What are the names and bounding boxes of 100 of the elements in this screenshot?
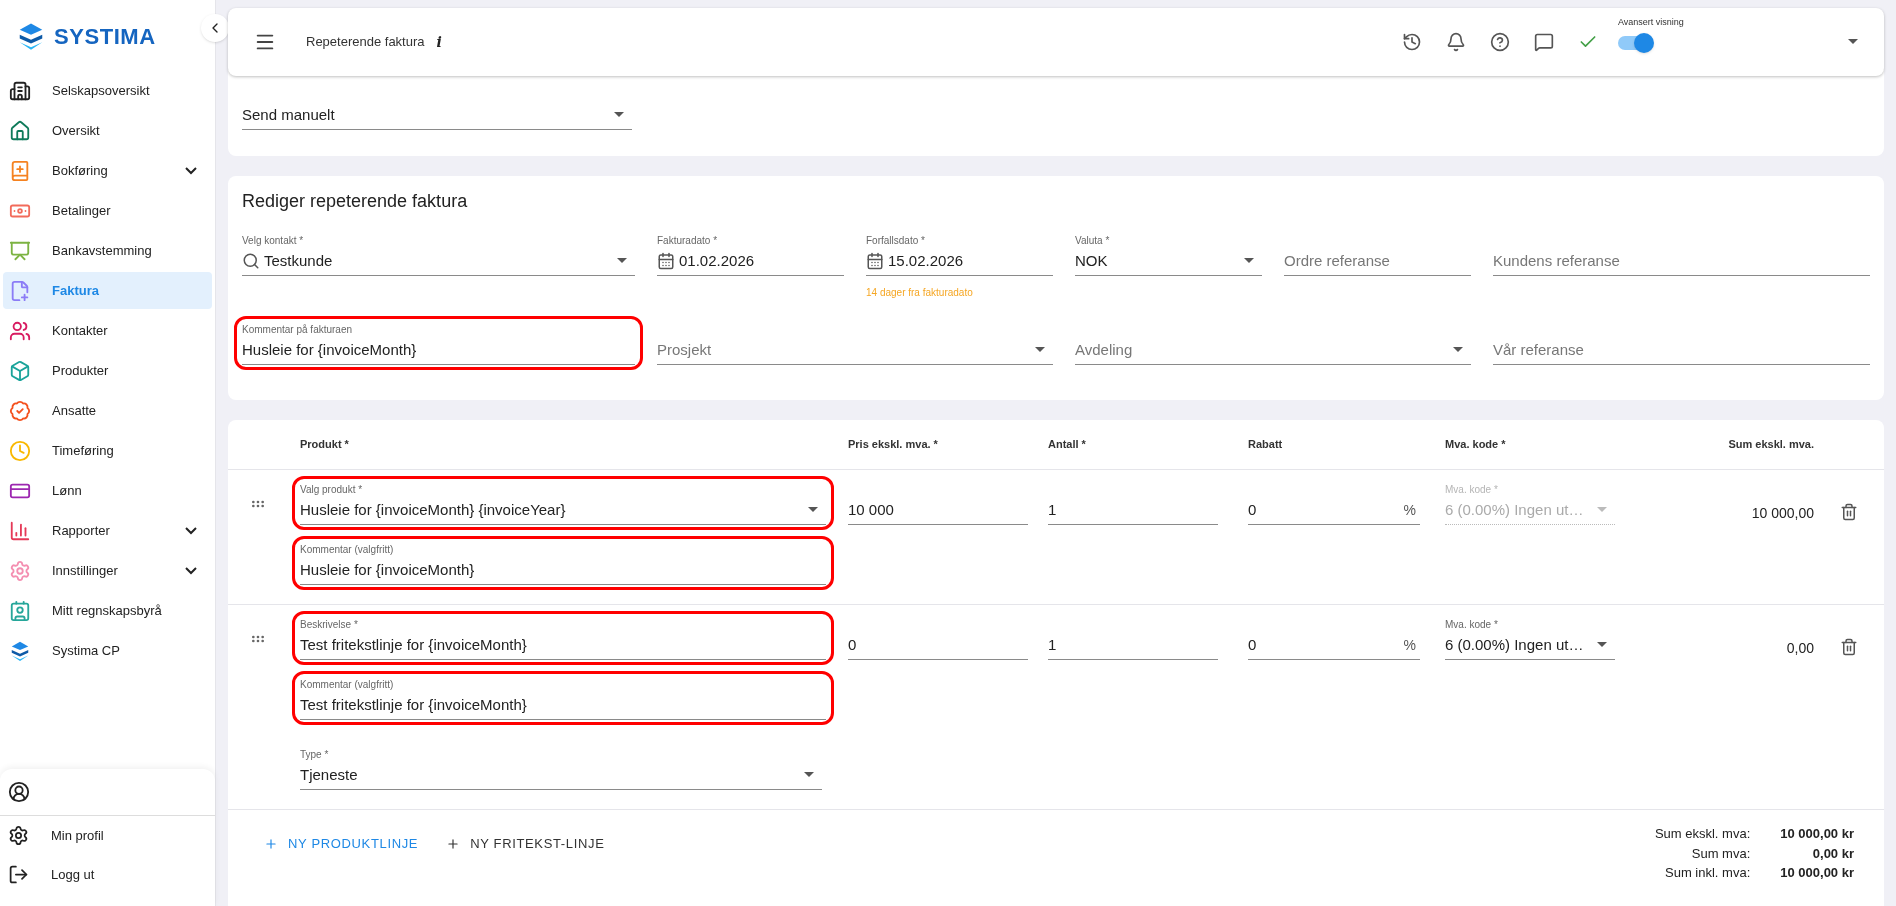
- nav-item[interactable]: Selskapsoversikt: [3, 72, 212, 109]
- nav-item[interactable]: Kontakter: [3, 312, 212, 349]
- plus-icon: [264, 836, 278, 851]
- total-value: 0,00 kr: [1811, 844, 1854, 863]
- nav-item[interactable]: Rapporter: [3, 512, 212, 549]
- column-header: Rabatt: [1248, 437, 1284, 453]
- settings-icon: [9, 559, 31, 582]
- column-header: Antall *: [1048, 437, 1087, 453]
- nav-item[interactable]: Ansatte: [3, 392, 212, 429]
- total-label: Sum mva:: [1690, 844, 1751, 863]
- caret-icon: [804, 772, 814, 778]
- caret-icon: [1035, 347, 1045, 353]
- helper-text: 14 dager fra fakturadato: [866, 286, 974, 300]
- date-field[interactable]: Fakturadato * 01.02.2026: [657, 230, 844, 276]
- chart-icon: [9, 519, 31, 542]
- notification-icon[interactable]: [1446, 32, 1466, 52]
- select-field[interactable]: Send manuelt: [242, 84, 632, 130]
- column-header: Produkt *: [300, 437, 350, 453]
- caret-icon: [1453, 347, 1463, 353]
- logo-text: SYSTIMA: [54, 22, 156, 51]
- user-icon: [8, 781, 30, 803]
- column-header: Mva. kode *: [1445, 437, 1507, 453]
- select-field[interactable]: Mva. kode * 6 (0.00%) Ingen ut…: [1445, 614, 1615, 660]
- section-title: Rediger repeterende faktura: [242, 190, 469, 213]
- nav-item[interactable]: Mitt regnskapsbyrå: [3, 592, 212, 629]
- add-line-button[interactable]: NY PRODUKTLINJE: [264, 834, 419, 854]
- text-field[interactable]: 0 %: [1248, 614, 1420, 660]
- text-field[interactable]: Ordre referanse: [1284, 230, 1471, 276]
- text-field[interactable]: Kommentar på fakturaen Husleie for {invoiceMonth}: [242, 319, 635, 365]
- home-icon: [9, 119, 31, 142]
- text-field[interactable]: 0: [848, 614, 1028, 660]
- caret-icon[interactable]: [1848, 39, 1858, 45]
- text-field[interactable]: Kommentar (valgfritt) Husleie for {invoiceMonth}: [300, 539, 826, 585]
- presentation-icon: [9, 239, 31, 262]
- text-field[interactable]: 0 %: [1248, 479, 1420, 525]
- search-icon: [242, 252, 260, 270]
- sum-cell-text: 10 000,00: [1750, 504, 1814, 523]
- add-line-button[interactable]: NY FRITEKST-LINJE: [446, 834, 605, 854]
- total-value: 10 000,00 kr: [1780, 825, 1854, 843]
- nav-item[interactable]: Bokføring: [3, 152, 212, 189]
- caret-icon: [614, 112, 624, 118]
- nav-item[interactable]: Systima CP: [3, 632, 212, 669]
- toggle-switch[interactable]: [1618, 35, 1652, 50]
- nav-item[interactable]: Timeføring: [3, 432, 212, 469]
- column-header: Pris ekskl. mva. *: [848, 437, 939, 453]
- settings-icon: [8, 825, 29, 846]
- text-field[interactable]: Kundens referanse: [1493, 230, 1870, 276]
- text-field[interactable]: 1: [1048, 614, 1218, 660]
- clock-icon: [9, 439, 31, 462]
- select-field[interactable]: Prosjekt: [657, 319, 1053, 365]
- info-icon[interactable]: i: [436, 31, 442, 53]
- caret-icon: [1244, 258, 1254, 264]
- nav-item[interactable]: Produkter: [3, 352, 212, 389]
- building-icon: [9, 79, 31, 102]
- logout-icon: [8, 864, 29, 885]
- text-field[interactable]: 10 000: [848, 479, 1028, 525]
- help-icon[interactable]: [1490, 32, 1510, 52]
- nav-item[interactable]: Oversikt: [3, 112, 212, 149]
- text-field[interactable]: Beskrivelse * Test fritekstlinje for {invoiceMonth}: [300, 614, 826, 660]
- toggle-label: Avansert visning: [1618, 16, 1685, 29]
- delete-icon[interactable]: [1840, 638, 1858, 656]
- logo-icon: [9, 639, 31, 662]
- nav-item[interactable]: Bankavstemming: [3, 232, 212, 269]
- total-label: Sum inkl. mva:: [1664, 864, 1751, 882]
- date-field[interactable]: Forfallsdato * 15.02.2026: [866, 230, 1053, 276]
- caret-icon: [617, 258, 627, 264]
- nav-item[interactable]: Min profil: [0, 816, 215, 855]
- total-value: 10 000,00 kr: [1780, 864, 1854, 882]
- document-icon: [9, 279, 31, 302]
- text-field[interactable]: 1: [1048, 479, 1218, 525]
- sum-cell-text: 0,00: [1785, 639, 1814, 658]
- caret-icon: [1597, 642, 1607, 648]
- plus-icon: [446, 836, 461, 851]
- column-header: Sum ekskl. mva.: [1727, 437, 1814, 453]
- search-field[interactable]: Velg kontakt * Testkunde: [242, 230, 635, 276]
- id-card-icon: [9, 599, 31, 622]
- text-field[interactable]: Vår referanse: [1493, 319, 1870, 365]
- people-icon: [9, 319, 31, 342]
- select-field[interactable]: Avdeling: [1075, 319, 1471, 365]
- nav-item[interactable]: Logg ut: [0, 855, 215, 894]
- text-field[interactable]: Kommentar (valgfritt) Test fritekstlinje for {invoiceMonth}: [300, 674, 826, 720]
- cube-icon: [9, 359, 31, 382]
- collapse-button[interactable]: [201, 14, 229, 42]
- total-label: Sum ekskl. mva:: [1654, 825, 1751, 843]
- chat-icon[interactable]: [1534, 32, 1554, 52]
- select-field[interactable]: Valg produkt * Husleie for {invoiceMonth} {invoiceYear}: [300, 479, 826, 525]
- select-field[interactable]: Type * Tjeneste: [300, 744, 822, 790]
- badge-icon: [9, 399, 31, 422]
- calendar-icon: [866, 252, 884, 270]
- book-icon: [9, 159, 31, 182]
- caret-icon: [1597, 507, 1607, 513]
- nav-item[interactable]: Lønn: [3, 472, 212, 509]
- calendar-icon: [657, 252, 675, 270]
- nav-item[interactable]: Innstillinger: [3, 552, 212, 589]
- nav-item[interactable]: Betalinger: [3, 192, 212, 229]
- select-field[interactable]: Valuta * NOK: [1075, 230, 1262, 276]
- page-title: Repeterende faktura: [306, 33, 425, 52]
- caret-icon: [808, 507, 818, 513]
- delete-icon[interactable]: [1840, 503, 1858, 521]
- history-icon[interactable]: [1402, 32, 1422, 52]
